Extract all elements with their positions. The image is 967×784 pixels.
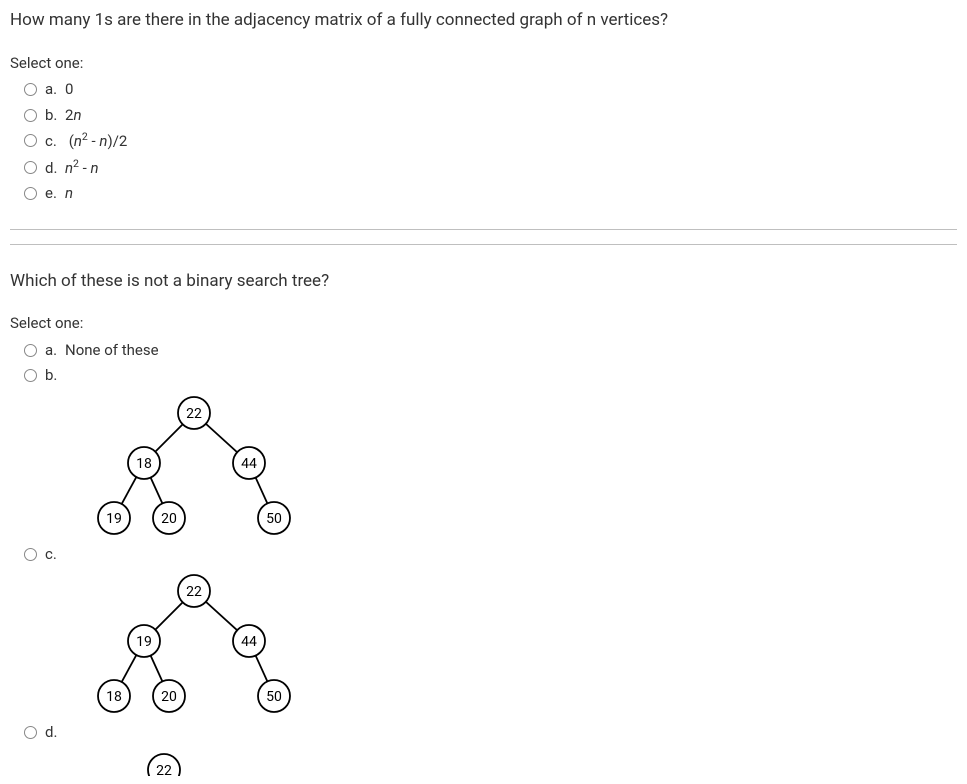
q2-radio-b[interactable] bbox=[24, 369, 37, 382]
tree-d-container: 22 bbox=[74, 750, 957, 776]
tree-b-ll: 19 bbox=[106, 511, 122, 527]
tree-b-root: 22 bbox=[186, 406, 202, 422]
q1-option-d: d.n2 - n bbox=[24, 156, 957, 180]
q2-label-c: c. bbox=[45, 543, 65, 566]
q2-option-d: d. bbox=[24, 721, 957, 744]
q1-radio-b[interactable] bbox=[24, 109, 37, 122]
q1-radio-e[interactable] bbox=[24, 187, 37, 200]
tree-d-root: 22 bbox=[156, 763, 172, 776]
tree-c-left: 19 bbox=[136, 634, 152, 650]
q2-radio-c[interactable] bbox=[24, 548, 37, 561]
tree-c-lr: 20 bbox=[161, 689, 177, 705]
q2-option-c: c. bbox=[24, 543, 957, 566]
q2-options: a.None of these b. 22 18 44 1 bbox=[10, 339, 957, 776]
divider-2 bbox=[10, 244, 957, 245]
q1-label-d: d.n2 - n bbox=[45, 156, 99, 180]
select-one-2: Select one: bbox=[10, 312, 957, 335]
tree-c-svg: 22 19 44 18 20 50 bbox=[74, 571, 304, 721]
q1-label-e: e.n bbox=[45, 182, 73, 205]
tree-d-svg: 22 bbox=[74, 750, 304, 776]
tree-b-lr: 20 bbox=[161, 511, 177, 527]
select-one-1: Select one: bbox=[10, 52, 957, 75]
q2-label-a: a.None of these bbox=[45, 339, 159, 362]
divider-1 bbox=[10, 229, 957, 230]
question-2-text: Which of these is not a binary search tr… bbox=[10, 269, 957, 295]
q2-label-b: b. bbox=[45, 364, 65, 387]
q2-option-b: b. bbox=[24, 364, 957, 387]
q1-radio-a[interactable] bbox=[24, 83, 37, 96]
question-1: How many 1s are there in the adjacency m… bbox=[10, 8, 957, 205]
q2-label-d: d. bbox=[45, 721, 65, 744]
q1-option-b: b.2n bbox=[24, 104, 957, 127]
tree-b-left: 18 bbox=[136, 456, 152, 472]
question-1-text: How many 1s are there in the adjacency m… bbox=[10, 8, 957, 34]
q1-radio-d[interactable] bbox=[24, 161, 37, 174]
tree-b-container: 22 18 44 19 20 50 bbox=[74, 393, 957, 543]
tree-c-container: 22 19 44 18 20 50 bbox=[74, 571, 957, 721]
q2-option-a: a.None of these bbox=[24, 339, 957, 362]
q1-label-b: b.2n bbox=[45, 104, 81, 127]
tree-c-ll: 18 bbox=[106, 689, 122, 705]
q2-radio-a[interactable] bbox=[24, 344, 37, 357]
q1-label-c: c. (n2 - n)/2 bbox=[45, 129, 127, 153]
q1-radio-c[interactable] bbox=[24, 134, 37, 147]
tree-b-rr: 50 bbox=[266, 511, 282, 527]
tree-b-svg: 22 18 44 19 20 50 bbox=[74, 393, 304, 543]
tree-c-rr: 50 bbox=[266, 689, 282, 705]
q1-options: a.0 b.2n c. (n2 - n)/2 d.n2 - n e.n bbox=[10, 78, 957, 205]
q1-option-e: e.n bbox=[24, 182, 957, 205]
q1-option-a: a.0 bbox=[24, 78, 957, 101]
q1-label-a: a.0 bbox=[45, 78, 73, 101]
q2-radio-d[interactable] bbox=[24, 726, 37, 739]
tree-b-right: 44 bbox=[241, 456, 257, 472]
question-2: Which of these is not a binary search tr… bbox=[10, 269, 957, 776]
tree-c-root: 22 bbox=[186, 584, 202, 600]
q1-option-c: c. (n2 - n)/2 bbox=[24, 129, 957, 153]
tree-c-right: 44 bbox=[241, 634, 257, 650]
